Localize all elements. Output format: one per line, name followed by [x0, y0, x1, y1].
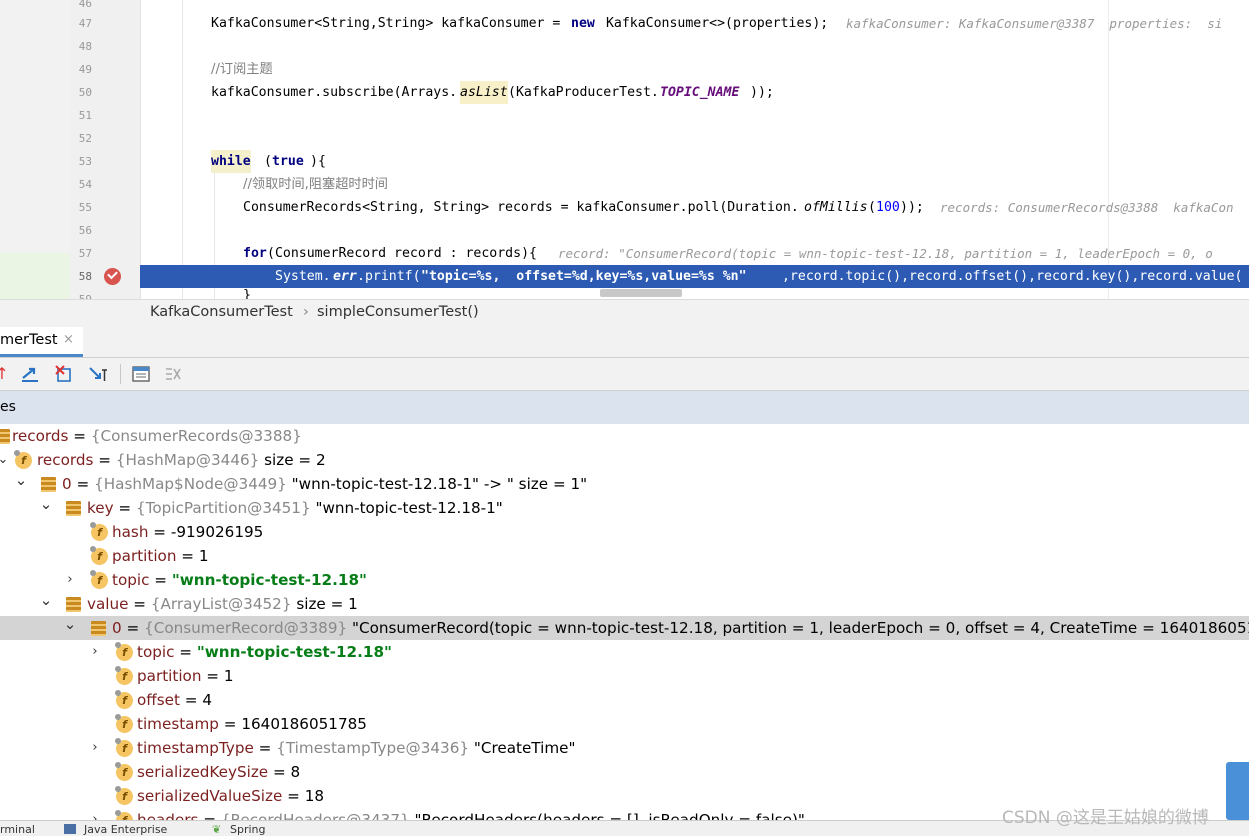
- tree-row[interactable]: records = {ConsumerRecords@3388}: [0, 424, 1249, 448]
- object-icon: [41, 477, 56, 492]
- field-icon: f: [115, 738, 133, 757]
- line-number: 47: [78, 17, 92, 30]
- code-line-55[interactable]: ConsumerRecords<String, String> records …: [140, 196, 1249, 219]
- tree-row[interactable]: › f timestampType = {TimestampType@3436}…: [0, 736, 1249, 760]
- chevron-down-icon[interactable]: ⌄: [14, 468, 28, 492]
- field-icon: f: [115, 714, 133, 733]
- tab-debug-session[interactable]: merTest ×: [0, 327, 83, 357]
- chevron-down-icon[interactable]: ⌄: [63, 612, 77, 636]
- object-icon: [66, 501, 81, 516]
- variables-tree[interactable]: records = {ConsumerRecords@3388} ⌄ f rec…: [0, 424, 1249, 835]
- tree-row-selected[interactable]: ⌄ 0 = {ConsumerRecord@3389} "ConsumerRec…: [0, 615, 1249, 640]
- field-icon: f: [14, 450, 32, 469]
- step-out-icon[interactable]: ↑: [0, 364, 12, 384]
- code-line-50[interactable]: kafkaConsumer.subscribe(Arrays. asList (Ka…: [140, 81, 1249, 104]
- tree-row[interactable]: f timestamp = 1640186051785: [0, 712, 1249, 736]
- code-line-53[interactable]: while (true){: [140, 150, 1249, 173]
- object-icon: [0, 429, 10, 444]
- editor-left-strip: [0, 0, 70, 299]
- drop-frame-icon[interactable]: [54, 364, 74, 384]
- tree-row[interactable]: f hash = -919026195: [0, 520, 1249, 544]
- watermark: CSDN @这是王姑娘的微博: [1002, 808, 1209, 828]
- code-line-49[interactable]: //订阅主题: [140, 58, 1249, 81]
- inline-debug-hint: records: ConsumerRecords@3388 kafkaCon: [940, 200, 1234, 215]
- variables-header-label: es: [0, 399, 16, 415]
- tree-row[interactable]: ⌄ f records = {HashMap@3446} size = 2: [0, 448, 1249, 472]
- variables-panel-header: es: [0, 391, 1249, 425]
- field-icon: f: [90, 522, 108, 541]
- chevron-right-icon[interactable]: ›: [88, 736, 102, 760]
- java-enterprise-tab[interactable]: Java Enterprise: [84, 823, 167, 836]
- line-number: 58: [78, 270, 92, 283]
- tree-row[interactable]: f partition = 1: [0, 544, 1249, 568]
- line-number: 55: [78, 201, 92, 214]
- field-icon: f: [115, 642, 133, 661]
- line-number: 59: [70, 288, 92, 299]
- tree-row[interactable]: f partition = 1: [0, 664, 1249, 688]
- code-line-47[interactable]: KafkaConsumer<String,String> kafkaConsum…: [140, 12, 1249, 35]
- inline-debug-hint: kafkaConsumer: KafkaConsumer@3387 proper…: [846, 16, 1223, 31]
- code-line-54[interactable]: //领取时间,阻塞超时时间: [140, 173, 1249, 196]
- field-icon: f: [115, 762, 133, 781]
- field-icon: f: [90, 546, 108, 565]
- evaluate-icon[interactable]: [131, 364, 151, 384]
- tree-row[interactable]: f offset = 4: [0, 688, 1249, 712]
- chevron-down-icon[interactable]: ⌄: [0, 448, 10, 472]
- line-number: 48: [78, 40, 92, 53]
- step-into-icon[interactable]: [20, 364, 40, 384]
- run-to-cursor-icon[interactable]: [88, 364, 108, 384]
- code-line-59[interactable]: }: [140, 284, 1249, 299]
- tree-row[interactable]: ⌄ 0 = {HashMap$Node@3449} "wnn-topic-tes…: [0, 471, 1249, 496]
- horizontal-scrollbar[interactable]: [600, 289, 682, 297]
- side-panel-button[interactable]: [1226, 762, 1249, 820]
- field-icon: f: [115, 690, 133, 709]
- debug-tab-bar: merTest ×: [0, 327, 1249, 358]
- spring-tab[interactable]: Spring: [230, 823, 266, 836]
- breadcrumb-separator: ›: [303, 304, 309, 320]
- terminal-tab[interactable]: rminal: [0, 823, 35, 836]
- code-editor[interactable]: 46 47 48 49 50 51 52 53 54 55 56 57 59 K…: [0, 0, 1249, 299]
- object-icon: [91, 621, 106, 636]
- line-number: 54: [78, 178, 92, 191]
- line-number: 51: [78, 109, 92, 122]
- field-icon: f: [90, 570, 108, 589]
- debug-toolbar: ↑: [0, 358, 1249, 391]
- tree-row[interactable]: › f topic = "wnn-topic-test-12.18": [0, 568, 1249, 592]
- line-number: 53: [78, 155, 92, 168]
- tree-row[interactable]: f serializedKeySize = 8: [0, 760, 1249, 784]
- close-icon[interactable]: ×: [63, 332, 74, 347]
- field-icon: f: [115, 786, 133, 805]
- tree-row[interactable]: ⌄ key = {TopicPartition@3451} "wnn-topic…: [0, 495, 1249, 520]
- chevron-right-icon[interactable]: ›: [63, 568, 77, 592]
- tree-row[interactable]: › f topic = "wnn-topic-test-12.18": [0, 640, 1249, 664]
- breadcrumb-method[interactable]: simpleConsumerTest(): [317, 304, 479, 320]
- object-icon: [66, 597, 81, 612]
- line-number: 49: [78, 63, 92, 76]
- tab-label: merTest: [0, 332, 58, 348]
- trace-icon[interactable]: [163, 364, 183, 384]
- tree-row[interactable]: ⌄ value = {ArrayList@3452} size = 1: [0, 591, 1249, 616]
- line-number: 50: [78, 86, 92, 99]
- breadcrumb: KafkaConsumerTest › simpleConsumerTest(): [0, 299, 1249, 328]
- chevron-down-icon[interactable]: ⌄: [39, 492, 53, 516]
- spring-icon: ❦: [212, 823, 222, 836]
- line-number: 56: [78, 224, 92, 237]
- line-number: 57: [78, 247, 92, 260]
- breadcrumb-class[interactable]: KafkaConsumerTest: [150, 304, 293, 320]
- chevron-right-icon[interactable]: ›: [88, 640, 102, 664]
- chevron-down-icon[interactable]: ⌄: [39, 588, 53, 612]
- inline-debug-hint: record: "ConsumerRecord(topic = wnn-topi…: [558, 246, 1213, 261]
- code-line-57[interactable]: for (ConsumerRecord record : records){rec…: [140, 242, 1249, 265]
- field-icon: f: [115, 666, 133, 685]
- line-number: 52: [78, 132, 92, 145]
- breakpoint-icon[interactable]: [104, 268, 121, 285]
